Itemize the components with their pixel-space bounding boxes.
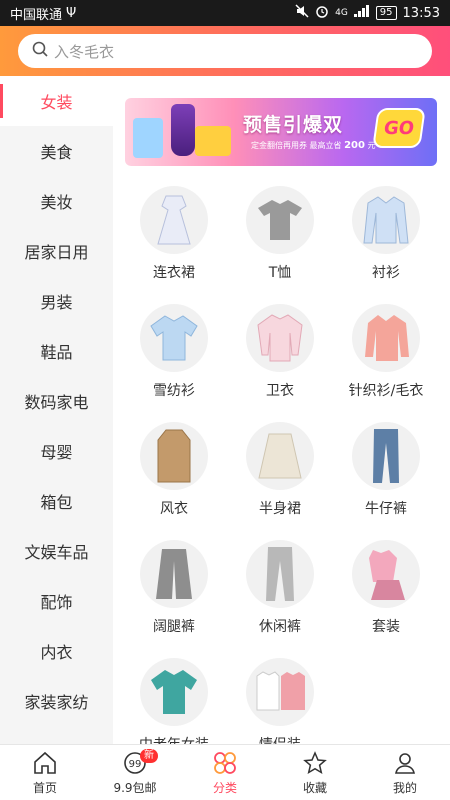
status-time: 13:53 (402, 5, 440, 21)
sidebar-item-food[interactable]: 美食 (0, 126, 113, 176)
category-tshirt[interactable]: T恤 (227, 186, 333, 282)
wide-leg-pants-icon (140, 540, 208, 608)
mute-icon (295, 4, 309, 22)
sidebar-item-digital[interactable]: 数码家电 (0, 376, 113, 426)
category-dress[interactable]: 连衣裙 (121, 186, 227, 282)
tab-label: 分类 (212, 780, 237, 795)
alarm-icon (315, 4, 329, 22)
category-label: 风衣 (160, 501, 188, 517)
status-bar: 中国联通 Ψ 4G 95 13:53 (0, 0, 450, 26)
banner-subtitle-prefix: 定金翻倍再用券 最高立省 (251, 141, 342, 150)
chiffon-blouse-icon (140, 304, 208, 372)
suit-set-icon (352, 540, 420, 608)
sidebar-item-underwear[interactable]: 内衣 (0, 626, 113, 676)
category-label: 阔腿裤 (153, 619, 195, 635)
skirt-icon (246, 422, 314, 490)
sidebar-item-home-textile[interactable]: 家装家纺 (0, 676, 113, 726)
tab-label: 我的 (392, 780, 417, 795)
category-knitwear[interactable]: 针织衫/毛衣 (333, 304, 439, 400)
category-label: T恤 (268, 265, 292, 281)
dress-icon (140, 186, 208, 254)
carrier-label: 中国联通 (10, 7, 63, 23)
shirt-icon (352, 186, 420, 254)
category-label: 情侣装 (259, 734, 301, 744)
network-label: 4G (335, 8, 348, 18)
banner-amount: 200 (344, 140, 365, 151)
tab-nine-nine[interactable]: 99 9.9包邮 新 (90, 745, 180, 800)
search-icon (32, 41, 48, 61)
banner-title: 预售引爆双 (243, 114, 344, 136)
category-label: 休闲裤 (259, 619, 301, 635)
category-icon (214, 751, 236, 774)
tab-label: 首页 (32, 780, 57, 795)
usb-icon: Ψ (66, 5, 77, 21)
sidebar-item-bags[interactable]: 箱包 (0, 476, 113, 526)
banner-clothing-image (133, 118, 163, 158)
category-label: 中老年女装 (139, 734, 209, 744)
category-skirt[interactable]: 半身裙 (227, 422, 333, 518)
category-casual-pants[interactable]: 休闲裤 (227, 540, 333, 636)
casual-pants-icon (246, 540, 314, 608)
category-content: 预售引爆双 定金翻倍再用券 最高立省 200 元 GO 连衣裙 T恤 衬衫 雪纺… (113, 76, 450, 744)
middle-aged-wear-icon (140, 658, 208, 726)
battery-indicator: 95 (375, 6, 397, 20)
star-icon (303, 750, 327, 774)
category-chiffon[interactable]: 雪纺衫 (121, 304, 227, 400)
category-sidebar: 女装 美食 美妆 居家日用 男装 鞋品 数码家电 母婴 箱包 文娱车品 配饰 内… (0, 76, 113, 744)
tab-favorites[interactable]: 收藏 (270, 745, 360, 800)
sidebar-item-shoes[interactable]: 鞋品 (0, 326, 113, 376)
search-input[interactable]: 入冬毛衣 (54, 41, 114, 62)
banner-subtitle: 定金翻倍再用券 最高立省 200 元 (251, 140, 376, 151)
tab-label: 收藏 (302, 780, 327, 795)
category-wide-leg-pants[interactable]: 阔腿裤 (121, 540, 227, 636)
category-trench-coat[interactable]: 风衣 (121, 422, 227, 518)
signal-icon (353, 5, 370, 21)
banner-go-button[interactable]: GO (372, 108, 426, 148)
sidebar-item-men[interactable]: 男装 (0, 276, 113, 326)
couple-wear-icon (246, 658, 314, 726)
category-jeans[interactable]: 牛仔裤 (333, 422, 439, 518)
new-badge: 新 (140, 749, 158, 763)
category-label: 雪纺衫 (153, 383, 195, 399)
promo-banner[interactable]: 预售引爆双 定金翻倍再用券 最高立省 200 元 GO (125, 98, 437, 166)
tab-mine[interactable]: 我的 (360, 745, 450, 800)
banner-handbag-image (195, 126, 231, 156)
sidebar-item-accessories[interactable]: 配饰 (0, 576, 113, 626)
category-middle-aged-wear[interactable]: 中老年女装 (121, 658, 227, 744)
tab-category[interactable]: 分类 (180, 745, 270, 800)
search-header: 入冬毛衣 (0, 26, 450, 76)
sidebar-item-household[interactable]: 居家日用 (0, 226, 113, 276)
banner-perfume-image (171, 104, 195, 156)
category-label: 半身裙 (259, 501, 301, 517)
bottom-tab-bar: 首页 99 9.9包邮 新 分类 收藏 我的 (0, 744, 450, 800)
user-icon (395, 752, 415, 774)
sidebar-item-entertainment[interactable]: 文娱车品 (0, 526, 113, 576)
category-grid: 连衣裙 T恤 衬衫 雪纺衫 卫衣 针织衫/毛衣 风衣 半身裙 牛仔裤 阔腿裤 休… (121, 186, 441, 744)
sidebar-item-beauty[interactable]: 美妆 (0, 176, 113, 226)
svg-text:99: 99 (129, 759, 142, 770)
tshirt-icon (246, 186, 314, 254)
category-suit-set[interactable]: 套装 (333, 540, 439, 636)
category-couple-wear[interactable]: 情侣装 (227, 658, 333, 744)
jeans-icon (352, 422, 420, 490)
cardigan-icon (352, 304, 420, 372)
tab-label: 9.9包邮 (113, 780, 157, 795)
sidebar-item-women[interactable]: 女装 (0, 76, 113, 126)
tab-home[interactable]: 首页 (0, 745, 90, 800)
search-bar[interactable]: 入冬毛衣 (18, 34, 432, 68)
sidebar-item-baby[interactable]: 母婴 (0, 426, 113, 476)
category-label: 针织衫/毛衣 (348, 383, 424, 399)
category-hoodie[interactable]: 卫衣 (227, 304, 333, 400)
category-shirt[interactable]: 衬衫 (333, 186, 439, 282)
hoodie-icon (246, 304, 314, 372)
trench-coat-icon (140, 422, 208, 490)
category-label: 衬衫 (372, 265, 400, 281)
category-label: 连衣裙 (153, 265, 195, 281)
category-label: 牛仔裤 (365, 501, 407, 517)
category-label: 套装 (372, 619, 400, 635)
home-icon (34, 751, 56, 774)
category-label: 卫衣 (266, 383, 294, 399)
